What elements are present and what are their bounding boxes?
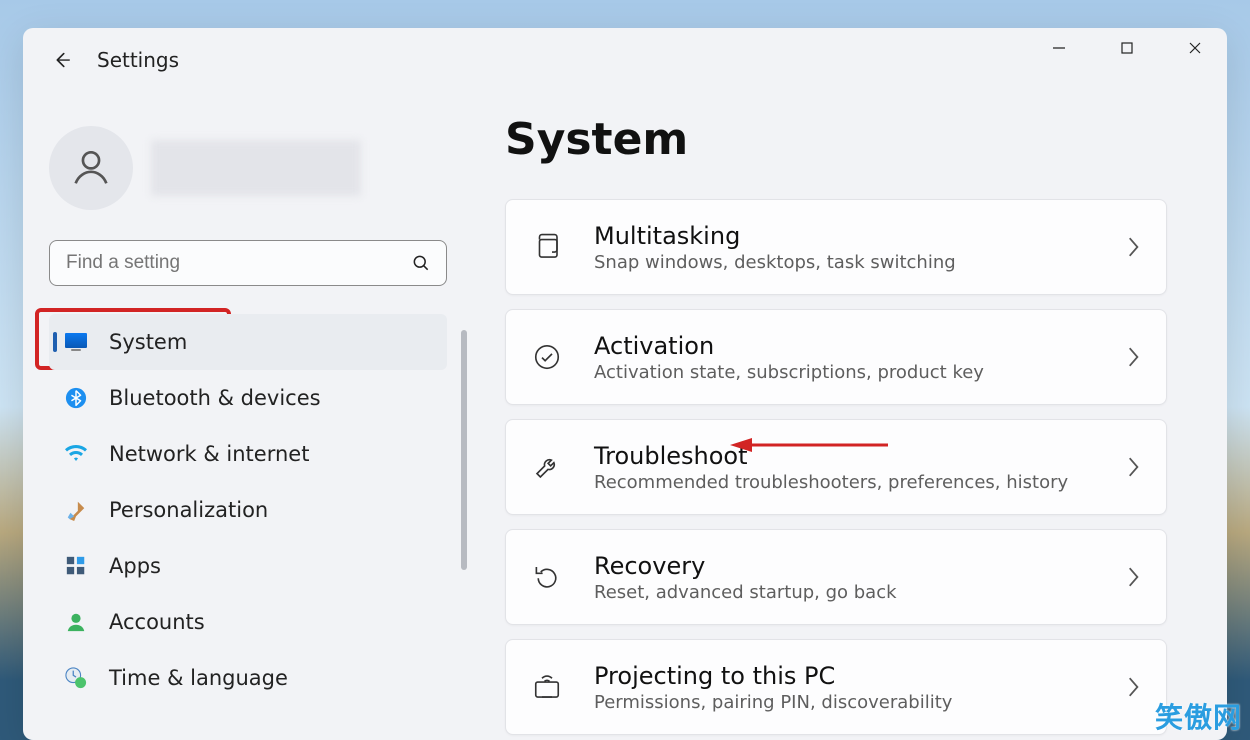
content: System Bluetooth & devices Network & int… <box>23 120 1227 740</box>
sidebar-item-label: Bluetooth & devices <box>109 386 321 410</box>
maximize-button[interactable] <box>1095 28 1159 68</box>
sidebar-item-label: System <box>109 330 187 354</box>
header-row: Settings <box>47 46 179 74</box>
sidebar-item-label: Personalization <box>109 498 268 522</box>
sidebar-item-system[interactable]: System <box>49 314 447 370</box>
main: System Multitasking Snap windows, deskto… <box>475 120 1227 740</box>
card-text: Activation Activation state, subscriptio… <box>594 332 1096 383</box>
search-input[interactable] <box>49 240 447 286</box>
sidebar-item-label: Apps <box>109 554 161 578</box>
system-icon <box>63 329 89 355</box>
multitasking-icon <box>530 230 564 264</box>
sidebar-item-label: Network & internet <box>109 442 309 466</box>
chevron-right-icon <box>1126 566 1146 588</box>
sidebar-item-personalization[interactable]: Personalization <box>49 482 447 538</box>
card-recovery[interactable]: Recovery Reset, advanced startup, go bac… <box>505 529 1167 625</box>
card-desc: Permissions, pairing PIN, discoverabilit… <box>594 692 1096 713</box>
card-multitasking[interactable]: Multitasking Snap windows, desktops, tas… <box>505 199 1167 295</box>
card-text: Projecting to this PC Permissions, pairi… <box>594 662 1096 713</box>
card-title: Activation <box>594 332 1096 360</box>
card-text: Multitasking Snap windows, desktops, tas… <box>594 222 1096 273</box>
avatar <box>49 126 133 210</box>
sidebar-item-accounts[interactable]: Accounts <box>49 594 447 650</box>
minimize-button[interactable] <box>1027 28 1091 68</box>
bluetooth-icon <box>63 385 89 411</box>
chevron-right-icon <box>1126 676 1146 698</box>
titlebar <box>1027 28 1227 68</box>
wrench-icon <box>530 450 564 484</box>
card-desc: Snap windows, desktops, task switching <box>594 252 1096 273</box>
card-desc: Recommended troubleshooters, preferences… <box>594 472 1096 493</box>
settings-window: Settings <box>23 28 1227 740</box>
user-block[interactable] <box>49 126 475 210</box>
search-wrap <box>49 240 447 286</box>
card-title: Multitasking <box>594 222 1096 250</box>
card-title: Recovery <box>594 552 1096 580</box>
card-projecting[interactable]: Projecting to this PC Permissions, pairi… <box>505 639 1167 735</box>
sidebar-item-label: Time & language <box>109 666 288 690</box>
projecting-icon <box>530 670 564 704</box>
sidebar-item-bluetooth[interactable]: Bluetooth & devices <box>49 370 447 426</box>
page-title: System <box>505 114 1167 165</box>
paintbrush-icon <box>63 497 89 523</box>
search-icon <box>411 253 431 273</box>
chevron-right-icon <box>1126 236 1146 258</box>
back-button[interactable] <box>47 46 75 74</box>
chevron-right-icon <box>1126 456 1146 478</box>
clock-globe-icon <box>63 665 89 691</box>
sidebar-scrollbar[interactable] <box>461 330 467 570</box>
annotation-arrow <box>730 434 890 456</box>
card-text: Recovery Reset, advanced startup, go bac… <box>594 552 1096 603</box>
sidebar-item-apps[interactable]: Apps <box>49 538 447 594</box>
accounts-icon <box>63 609 89 635</box>
card-desc: Reset, advanced startup, go back <box>594 582 1096 603</box>
close-button[interactable] <box>1163 28 1227 68</box>
sidebar-item-label: Accounts <box>109 610 205 634</box>
sidebar: System Bluetooth & devices Network & int… <box>49 120 475 740</box>
card-desc: Activation state, subscriptions, product… <box>594 362 1096 383</box>
card-title: Projecting to this PC <box>594 662 1096 690</box>
apps-icon <box>63 553 89 579</box>
settings-cards: Multitasking Snap windows, desktops, tas… <box>505 199 1167 735</box>
sidebar-item-network[interactable]: Network & internet <box>49 426 447 482</box>
wifi-icon <box>63 441 89 467</box>
recovery-icon <box>530 560 564 594</box>
user-info-redacted <box>151 140 361 196</box>
card-activation[interactable]: Activation Activation state, subscriptio… <box>505 309 1167 405</box>
sidebar-item-time[interactable]: Time & language <box>49 650 447 706</box>
chevron-right-icon <box>1126 346 1146 368</box>
card-troubleshoot[interactable]: Troubleshoot Recommended troubleshooters… <box>505 419 1167 515</box>
app-title: Settings <box>97 48 179 72</box>
nav: System Bluetooth & devices Network & int… <box>49 314 447 706</box>
activation-icon <box>530 340 564 374</box>
